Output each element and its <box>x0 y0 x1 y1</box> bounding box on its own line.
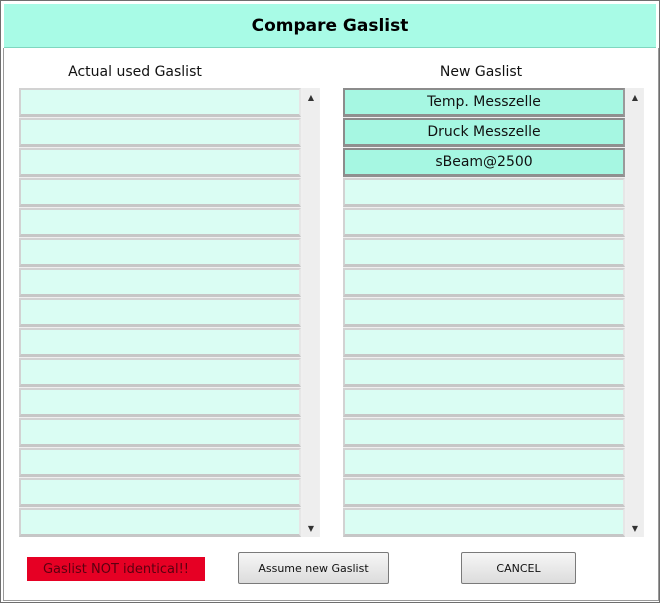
scroll-up-icon[interactable]: ▲ <box>627 90 643 104</box>
scroll-down-icon[interactable]: ▼ <box>303 521 319 535</box>
list-item[interactable] <box>343 238 625 267</box>
right-scrollbar[interactable]: ▲ ▼ <box>627 88 643 537</box>
right-list-header: New Gaslist <box>439 64 523 80</box>
list-item[interactable] <box>19 208 301 237</box>
list-item[interactable] <box>343 298 625 327</box>
list-item[interactable]: Druck Messzelle <box>343 118 625 147</box>
list-item[interactable] <box>19 448 301 477</box>
actual-gaslist-listbox[interactable] <box>19 88 320 537</box>
new-gaslist-listbox[interactable]: Temp. Messzelle Druck Messzelle sBeam@2500 <box>343 88 644 537</box>
list-item[interactable] <box>19 238 301 267</box>
list-item[interactable] <box>343 478 625 507</box>
list-item[interactable] <box>343 208 625 237</box>
list-item[interactable] <box>19 508 301 537</box>
list-item[interactable] <box>19 328 301 357</box>
list-item[interactable] <box>19 298 301 327</box>
list-item[interactable] <box>343 328 625 357</box>
list-item[interactable] <box>343 388 625 417</box>
list-item[interactable] <box>343 508 625 537</box>
title-bar: Compare Gaslist <box>4 4 656 48</box>
status-badge: Gaslist NOT identical!! <box>27 557 205 581</box>
left-scrollbar[interactable]: ▲ ▼ <box>303 88 319 537</box>
left-list-header: Actual used Gaslist <box>68 64 202 80</box>
list-item[interactable] <box>19 88 301 117</box>
list-item[interactable] <box>343 358 625 387</box>
list-item[interactable] <box>19 358 301 387</box>
list-item[interactable] <box>343 268 625 297</box>
list-item[interactable] <box>19 178 301 207</box>
scroll-down-icon[interactable]: ▼ <box>627 521 643 535</box>
list-item[interactable] <box>343 448 625 477</box>
list-item[interactable]: Temp. Messzelle <box>343 88 625 117</box>
list-item[interactable] <box>19 388 301 417</box>
list-item[interactable] <box>19 478 301 507</box>
scroll-up-icon[interactable]: ▲ <box>303 90 319 104</box>
list-item[interactable]: sBeam@2500 <box>343 148 625 177</box>
dialog-title: Compare Gaslist <box>251 15 409 36</box>
list-item[interactable] <box>343 418 625 447</box>
assume-new-gaslist-button[interactable]: Assume new Gaslist <box>238 552 389 584</box>
list-item[interactable] <box>19 418 301 447</box>
list-item[interactable] <box>19 118 301 147</box>
list-item[interactable] <box>343 178 625 207</box>
cancel-button[interactable]: CANCEL <box>461 552 576 584</box>
list-item[interactable] <box>19 148 301 177</box>
list-item[interactable] <box>19 268 301 297</box>
